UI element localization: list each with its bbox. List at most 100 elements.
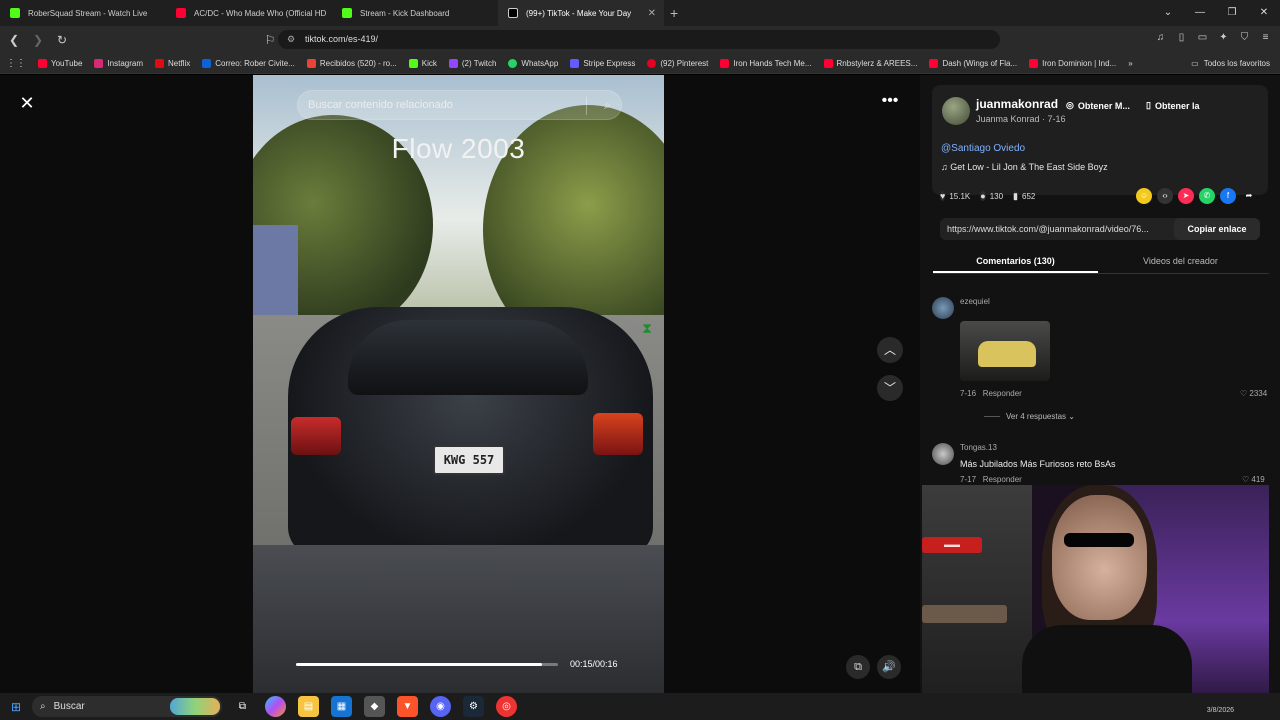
picture-in-picture-icon[interactable]: ⧉ bbox=[846, 655, 870, 679]
next-video-icon[interactable]: ﹀ bbox=[877, 375, 903, 401]
send-icon[interactable]: ➤ bbox=[1178, 188, 1194, 204]
comment-button[interactable]: ● 130 bbox=[980, 187, 1003, 205]
comment-username[interactable]: ezequiel bbox=[960, 297, 990, 306]
netflix-icon bbox=[155, 58, 165, 68]
store-icon[interactable]: ▦ bbox=[331, 696, 352, 717]
windows-start-icon[interactable]: ⊞ bbox=[0, 700, 32, 714]
taskbar-apps: ⧉ ▤ ▦ ◆ ▼ ◉ ⚙ ◎ bbox=[232, 696, 517, 717]
microphone bbox=[922, 605, 1007, 623]
reply-link[interactable]: Responder bbox=[983, 389, 1022, 398]
close-tab-icon[interactable]: ✕ bbox=[648, 8, 656, 19]
comment-username[interactable]: Tongas.13 bbox=[960, 443, 997, 452]
share-icon[interactable]: ➦ bbox=[1241, 188, 1257, 204]
get-app-button[interactable]: ◎ Obtener M... bbox=[1066, 100, 1130, 111]
bookmark-icon: ▮ bbox=[1013, 191, 1018, 201]
close-icon[interactable]: ✕ bbox=[16, 92, 38, 114]
video-link[interactable]: https://www.tiktok.com/@juanmakonrad/vid… bbox=[940, 218, 1260, 240]
creator-handle[interactable]: juanmakonrad bbox=[976, 97, 1058, 111]
save-button[interactable]: ▮ 652 bbox=[1013, 187, 1035, 205]
window-controls: ⌄ — ❐ ✕ bbox=[1152, 0, 1280, 26]
bookmark-gmail[interactable]: Recibidos (520) - ro... bbox=[301, 58, 403, 68]
leo-icon[interactable]: ✦ bbox=[1217, 31, 1230, 44]
address-input[interactable]: ⚙ tiktok.com/es-419/ bbox=[278, 30, 1000, 49]
task-view-icon[interactable]: ⧉ bbox=[232, 696, 253, 717]
search-icon[interactable]: ⌕ bbox=[604, 91, 611, 119]
avatar[interactable] bbox=[932, 443, 954, 465]
whatsapp-icon[interactable]: ✆ bbox=[1199, 188, 1215, 204]
bookmark-iron-hands[interactable]: Iron Hands Tech Me... bbox=[714, 58, 817, 68]
tab-creator-videos[interactable]: Videos del creador bbox=[1098, 248, 1263, 273]
more-options-icon[interactable]: ••• bbox=[878, 91, 902, 115]
obs-icon[interactable]: ◎ bbox=[496, 696, 517, 717]
bookmark-netflix[interactable]: Netflix bbox=[149, 58, 196, 68]
copilot-icon[interactable] bbox=[265, 696, 286, 717]
bookmark-rnbstylerz[interactable]: Rnbstylerz & AREES... bbox=[818, 58, 924, 68]
bookmark-twitch[interactable]: (2) Twitch bbox=[443, 58, 503, 68]
bookmark-page-icon[interactable]: ⚐ bbox=[260, 33, 280, 47]
forward-icon[interactable]: ❯ bbox=[28, 33, 48, 47]
song-link[interactable]: ♫ Get Low - Lil Jon & The East Side Boyz bbox=[941, 162, 1108, 172]
minimize-icon[interactable]: — bbox=[1184, 0, 1216, 26]
comment-image[interactable] bbox=[960, 321, 1050, 381]
site-info-icon[interactable]: ⚙ bbox=[287, 30, 295, 49]
reload-icon[interactable]: ↻ bbox=[52, 33, 72, 47]
creator-card: juanmakonrad Juanma Konrad · 7-16 ◎ Obten… bbox=[932, 85, 1268, 195]
bookmark-correo[interactable]: Correo: Rober Civite... bbox=[196, 58, 301, 68]
facebook-icon[interactable]: f bbox=[1220, 188, 1236, 204]
app-icon[interactable]: ◆ bbox=[364, 696, 385, 717]
bookmark-kick[interactable]: Kick bbox=[403, 58, 443, 68]
close-window-icon[interactable]: ✕ bbox=[1248, 0, 1280, 26]
view-replies[interactable]: Ver 4 respuestas ⌄ bbox=[984, 412, 1075, 421]
new-tab-icon[interactable]: + bbox=[670, 5, 678, 21]
bookmark-stripe[interactable]: Stripe Express bbox=[564, 58, 641, 68]
file-explorer-icon[interactable]: ▤ bbox=[298, 696, 319, 717]
all-bookmarks[interactable]: ▭ Todos los favoritos bbox=[1191, 53, 1270, 74]
bookmark-instagram[interactable]: Instagram bbox=[88, 58, 149, 68]
volume-icon[interactable]: 🔊 bbox=[877, 655, 901, 679]
taskbar-search[interactable]: ⌕ Buscar bbox=[32, 696, 222, 717]
restore-icon[interactable]: ❐ bbox=[1216, 0, 1248, 26]
related-search-input[interactable]: Buscar contenido relacionado ⌕ bbox=[297, 90, 622, 120]
taskbar: ⊞ ⌕ Buscar ⧉ ▤ ▦ ◆ ▼ ◉ ⚙ ◎ 3/8/2026 bbox=[0, 693, 1280, 720]
reply-link[interactable]: Responder bbox=[983, 475, 1022, 484]
discord-icon[interactable]: ◉ bbox=[430, 696, 451, 717]
previous-video-icon[interactable]: ︿ bbox=[877, 337, 903, 363]
tab-kick-dashboard[interactable]: Stream - Kick Dashboard bbox=[332, 0, 498, 26]
mention-link[interactable]: @Santiago Oviedo bbox=[941, 143, 1025, 154]
steam-icon[interactable]: ⚙ bbox=[463, 696, 484, 717]
like-button[interactable]: ♥ 15.1K bbox=[940, 187, 970, 205]
pinterest-icon bbox=[647, 58, 657, 68]
vpn-icon[interactable]: ⛉ bbox=[1238, 31, 1251, 44]
avatar[interactable] bbox=[932, 297, 954, 319]
copy-link-button[interactable]: Copiar enlace bbox=[1174, 218, 1260, 240]
instagram-icon bbox=[94, 58, 104, 68]
back-icon[interactable]: ❮ bbox=[4, 33, 24, 47]
tab-robersquad[interactable]: RoberSquad Stream - Watch Live bbox=[0, 0, 166, 26]
wallet-icon[interactable]: ▭ bbox=[1196, 31, 1209, 44]
bookmark-dash[interactable]: Dash (Wings of Fla... bbox=[923, 58, 1023, 68]
get-app-button-2[interactable]: ▯ Obtener la bbox=[1146, 100, 1199, 111]
comment-like[interactable]: ♡ 2334 bbox=[1240, 389, 1267, 398]
more-bookmarks-icon[interactable]: » bbox=[1122, 59, 1138, 68]
sidebar-icon[interactable]: ▯ bbox=[1175, 31, 1188, 44]
media-icon[interactable]: ♫ bbox=[1154, 31, 1167, 44]
video-player[interactable]: KWG 557 Flow 2003 ⧗ Buscar contenido rel… bbox=[253, 75, 664, 693]
tab-search-icon[interactable]: ⌄ bbox=[1152, 0, 1184, 26]
video-progress-bar[interactable] bbox=[296, 663, 558, 666]
comment-like[interactable]: ♡ 419 bbox=[1242, 475, 1265, 484]
brave-icon[interactable]: ▼ bbox=[397, 696, 418, 717]
apps-icon[interactable]: ⋮⋮ bbox=[0, 58, 32, 69]
comment-meta: 7-16 Responder bbox=[960, 389, 1022, 398]
bookmark-pinterest[interactable]: (92) Pinterest bbox=[641, 58, 714, 68]
bookmark-youtube[interactable]: YouTube bbox=[32, 58, 88, 68]
repost-icon[interactable]: ☺ bbox=[1136, 188, 1152, 204]
avatar[interactable] bbox=[942, 97, 970, 125]
embed-icon[interactable]: ‹› bbox=[1157, 188, 1173, 204]
bookmark-iron-dominion[interactable]: Iron Dominion | Ind... bbox=[1023, 58, 1122, 68]
xbox-icon: ⧗ bbox=[642, 320, 652, 336]
tab-acdc[interactable]: AC/DC - Who Made Who (Official HD bbox=[166, 0, 332, 26]
tab-comments[interactable]: Comentarios (130) bbox=[933, 248, 1098, 273]
bookmark-whatsapp[interactable]: WhatsApp bbox=[502, 58, 564, 68]
menu-icon[interactable]: ≡ bbox=[1259, 31, 1272, 44]
tab-tiktok[interactable]: (99+) TikTok - Make Your Day ✕ bbox=[498, 0, 664, 26]
